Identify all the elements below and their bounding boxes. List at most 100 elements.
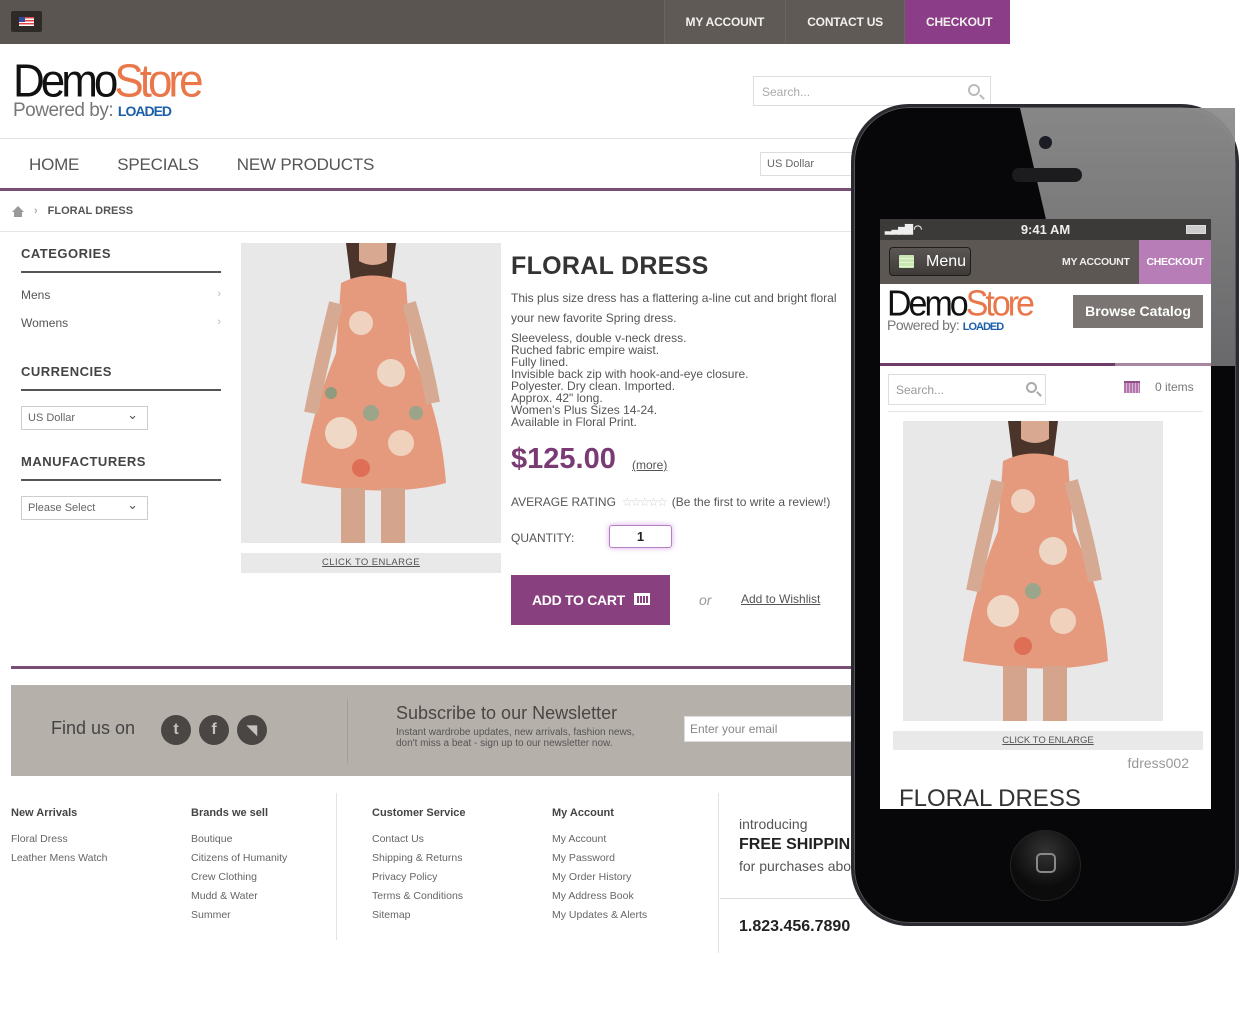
top-nav: MY ACCOUNT CONTACT US CHECKOUT [663,0,1010,44]
currency-select-header[interactable]: US Dollar [760,152,860,176]
newsletter-line: Instant wardrobe updates, new arrivals, … [396,727,635,738]
cart-icon[interactable] [1124,381,1140,393]
nav-new-products[interactable]: NEW PRODUCTS [237,155,375,175]
home-icon[interactable] [12,205,24,217]
newsletter-email-input[interactable]: Enter your email [684,716,864,742]
currency-select[interactable]: US Dollar [21,406,148,430]
footer-link[interactable]: Privacy Policy [372,871,466,890]
mobile-my-account-link[interactable]: MY ACCOUNT [1062,240,1130,284]
footer-link[interactable]: My Password [552,852,647,871]
top-bar: MY ACCOUNT CONTACT US CHECKOUT [0,0,1010,44]
menu-label: Menu [926,253,967,270]
rss-icon[interactable]: ◥ [237,715,267,745]
mobile-menu-button[interactable]: Menu [889,247,971,276]
speaker-grille [1012,168,1082,182]
footer-link[interactable]: Boutique [191,833,287,852]
add-to-wishlist-link[interactable]: Add to Wishlist [741,592,820,606]
currencies-heading: CURRENCIES [21,364,221,391]
description-line: your new favorite Spring dress. [511,311,677,325]
product-price: $125.00 [511,443,616,475]
footer-link[interactable]: My Updates & Alerts [552,909,647,928]
mobile-checkout-link[interactable]: CHECKOUT [1139,240,1211,284]
camera-icon [1039,136,1052,149]
social-newsletter-band: Find us on t f ◥ Subscribe to our Newsle… [11,685,864,776]
divider [0,138,860,139]
home-button[interactable] [1010,830,1081,901]
battery-icon [1186,225,1206,234]
category-label: Mens [21,288,51,302]
category-mens[interactable]: Mens › [21,288,221,316]
review-prompt[interactable]: (Be the first to write a review!) [672,495,831,509]
footer-link[interactable]: My Account [552,833,647,852]
quantity-input[interactable]: 1 [609,525,672,548]
footer-link[interactable]: Sitemap [372,909,466,928]
footer-link[interactable]: My Order History [552,871,647,890]
dress-photo [903,421,1163,721]
more-link[interactable]: (more) [632,458,667,472]
nav-specials[interactable]: SPECIALS [117,155,199,175]
chevron-right-icon: › [34,205,38,217]
home-button-icon [1036,853,1056,873]
mobile-screen: ▂▃▅▇ ◠ 9:41 AM Menu MY ACCOUNT CHECKOUT … [880,219,1211,809]
footer-col-brands: Brands we sell Boutique Citizens of Huma… [191,807,287,928]
product-image[interactable] [241,243,501,543]
search-input[interactable]: Search... [753,76,991,106]
star-rating-icon[interactable]: ☆☆☆☆☆ [622,495,668,509]
add-to-cart-button[interactable]: ADD TO CART [511,575,670,625]
footer-col-customer-service: Customer Service Contact Us Shipping & R… [372,807,466,928]
my-account-link[interactable]: MY ACCOUNT [663,0,786,44]
sidebar: CATEGORIES Mens › Womens › CURRENCIES US D… [21,246,221,544]
mobile-logo[interactable]: DemoStore Powered by: LOADED [887,286,1035,333]
click-to-enlarge-link[interactable]: CLICK TO ENLARGE [241,553,501,573]
mobile-click-to-enlarge-link[interactable]: CLICK TO ENLARGE [893,731,1203,750]
logo-demo: Demo [13,55,118,108]
footer-link[interactable]: Mudd & Water [191,890,287,909]
mobile-product-image[interactable] [903,421,1163,721]
us-flag-icon[interactable] [11,11,42,32]
footer-link[interactable]: Citizens of Humanity [191,852,287,871]
twitter-icon[interactable]: t [161,715,191,745]
mobile-search-input[interactable]: Search... [888,374,1046,405]
footer-heading: Brands we sell [191,807,269,819]
mobile-product-title: FLORAL DRESS [899,785,1081,809]
footer-link[interactable]: Contact Us [372,833,466,852]
browse-catalog-button[interactable]: Browse Catalog [1073,295,1203,328]
product-title: FLORAL DRESS [511,252,709,280]
manufacturers-heading: MANUFACTURERS [21,454,221,481]
checkout-link[interactable]: CHECKOUT [904,0,1010,44]
footer-link[interactable]: Leather Mens Watch [11,852,108,871]
footer-link[interactable]: Summer [191,909,287,928]
search-placeholder: Search... [762,85,811,99]
contact-us-link[interactable]: CONTACT US [785,0,904,44]
cart-count[interactable]: 0 items [1155,380,1194,394]
menu-icon [899,255,914,268]
search-icon[interactable] [968,84,980,96]
find-us-label: Find us on [51,718,136,738]
footer-link[interactable]: My Address Book [552,890,647,909]
breadcrumb: › FLORAL DRESS [12,205,133,217]
newsletter-line: don't miss a beat - sign up to our newsl… [396,738,613,749]
footer-link[interactable]: Shipping & Returns [372,852,466,871]
footer-col-new-arrivals: New Arrivals Floral Dress Leather Mens W… [11,807,108,871]
search-icon[interactable] [1026,382,1037,393]
rating-label: AVERAGE RATING [511,495,616,509]
categories-heading: CATEGORIES [21,246,221,273]
status-bar: ▂▃▅▇ ◠ 9:41 AM [880,219,1211,240]
quantity-label: QUANTITY: [511,531,575,545]
support-phone: 1.823.456.7890 [739,918,851,935]
promo-intro: introducing [739,816,808,832]
facebook-icon[interactable]: f [199,715,229,745]
category-womens[interactable]: Womens › [21,316,221,344]
store-logo[interactable]: DemoStore Powered by: LOADED [13,58,204,122]
main-nav: HOME SPECIALS NEW PRODUCTS [29,155,374,175]
manufacturer-select[interactable]: Please Select [21,496,148,520]
nav-home[interactable]: HOME [29,155,79,175]
footer-link[interactable]: Crew Clothing [191,871,287,890]
add-to-cart-label: ADD TO CART [532,592,625,608]
signal-wifi-icon: ▂▃▅▇ ◠ [885,224,922,235]
newsletter-title: Subscribe to our Newsletter [396,703,618,723]
footer-link[interactable]: Terms & Conditions [372,890,466,909]
footer-col-my-account: My Account My Account My Password My Ord… [552,807,647,928]
footer-link[interactable]: Floral Dress [11,833,108,852]
mobile-header-rule [880,363,1211,366]
